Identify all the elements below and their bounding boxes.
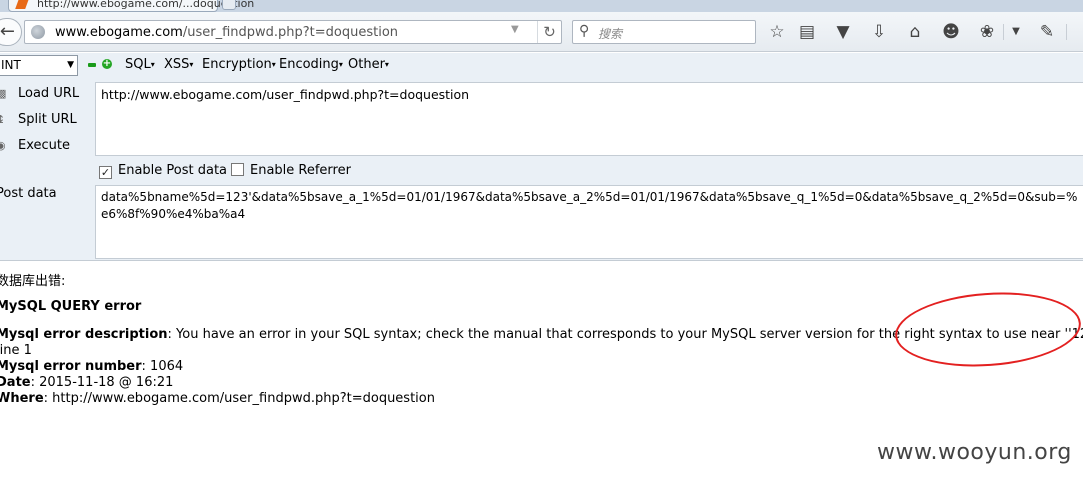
firefox-favicon-icon	[15, 0, 29, 9]
error-where-value: : http://www.ebogame.com/user_findpwd.ph…	[43, 391, 435, 406]
site-identity-icon[interactable]	[31, 25, 45, 39]
search-box[interactable]: ⚲ 搜索	[572, 20, 756, 44]
increase-icon[interactable]: +	[102, 59, 112, 69]
browser-tab[interactable]: http://www.ebogame.com/...doquestion	[8, 0, 254, 12]
enable-referrer-checkbox[interactable]: Enable Referrer	[231, 163, 351, 178]
home-icon[interactable]: ⌂	[905, 22, 925, 42]
url-host: www.ebogame.com	[55, 25, 183, 40]
enable-referrer-label: Enable Referrer	[250, 163, 351, 178]
enable-post-label: Enable Post data	[118, 163, 228, 178]
menu-other[interactable]: Other▾	[348, 57, 389, 72]
load-url-icon: ▩	[0, 87, 7, 100]
error-number-value: : 1064	[141, 359, 184, 374]
address-bar[interactable]: www.ebogame.com/user_findpwd.php?t=doque…	[24, 20, 562, 44]
post-data-label: Post data	[0, 186, 57, 201]
error-number-label: Mysql error number	[0, 359, 142, 374]
chevron-down-icon: ▾	[189, 60, 194, 69]
back-arrow-icon: ←	[0, 21, 15, 42]
execute-button[interactable]: ◉ Execute	[0, 138, 70, 153]
menu-other-label: Other	[348, 57, 385, 72]
chevron-down-icon: ▾	[150, 60, 155, 69]
error-heading: MySQL QUERY error	[0, 299, 141, 314]
chat-icon[interactable]: ☻	[941, 22, 961, 42]
error-number: Mysql error number: 1064	[0, 359, 183, 374]
notes-icon[interactable]: ✎	[1037, 22, 1057, 42]
execute-icon: ◉	[0, 139, 6, 152]
menu-xss[interactable]: XSS▾	[164, 57, 193, 72]
split-url-button[interactable]: ↨ Split URL	[0, 112, 77, 127]
tab-strip: http://www.ebogame.com/...doquestion	[0, 0, 1083, 12]
chevron-down-icon: ▾	[338, 60, 343, 69]
search-icon: ⚲	[579, 23, 590, 39]
error-date: Date: 2015-11-18 @ 16:21	[0, 375, 173, 390]
url-path: /user_findpwd.php?t=doquestion	[182, 25, 399, 40]
toolbar-separator-2	[1066, 24, 1067, 40]
search-placeholder: 搜索	[598, 27, 623, 41]
execute-label: Execute	[18, 138, 70, 153]
annotation-circle	[892, 286, 1083, 373]
watermark: www.wooyun.org	[877, 440, 1072, 465]
pocket-icon[interactable]: ▼	[833, 22, 853, 42]
decrease-icon[interactable]	[88, 63, 96, 67]
select-arrow-icon: ▼	[67, 60, 74, 70]
error-date-value: : 2015-11-18 @ 16:21	[30, 375, 174, 390]
navigation-bar: ← www.ebogame.com/user_findpwd.php?t=doq…	[0, 12, 1083, 52]
error-date-label: Date	[0, 375, 31, 390]
enable-post-checkbox[interactable]: ✓ Enable Post data	[99, 163, 227, 179]
error-description-continued: line 1	[0, 343, 32, 358]
load-url-button[interactable]: ▩ Load URL	[0, 86, 79, 101]
menu-encryption-label: Encryption	[202, 57, 272, 72]
history-dropdown-icon[interactable]: ▼	[511, 24, 519, 35]
menu-encoding[interactable]: Encoding▾	[279, 57, 343, 72]
chevron-down-icon: ▾	[384, 60, 389, 69]
back-button[interactable]: ←	[0, 18, 22, 46]
download-icon[interactable]: ⇩	[869, 22, 889, 42]
error-heading-text: MySQL QUERY error	[0, 299, 142, 314]
bug-icon[interactable]: ❀	[977, 22, 997, 42]
checkbox-unchecked-icon[interactable]	[231, 163, 244, 176]
menu-xss-label: XSS	[164, 57, 190, 72]
menu-encryption[interactable]: Encryption▾	[202, 57, 276, 72]
db-error-notice: 数据库出错:	[0, 274, 66, 289]
bookmark-star-icon[interactable]: ☆	[767, 22, 787, 42]
split-url-icon: ↨	[0, 113, 6, 126]
reading-list-icon[interactable]: ▤	[797, 22, 817, 42]
load-url-label: Load URL	[18, 86, 80, 101]
url-textarea[interactable]: http://www.ebogame.com/user_findpwd.php?…	[95, 82, 1083, 156]
post-data-textarea[interactable]: data%5bname%5d=123'&data%5bsave_a_1%5d=0…	[95, 185, 1083, 259]
menu-encoding-label: Encoding	[279, 57, 339, 72]
new-tab-button[interactable]	[222, 0, 236, 10]
menu-dropdown-icon[interactable]: ▼	[1006, 22, 1026, 42]
reload-icon[interactable]: ↻	[537, 21, 561, 43]
injection-type-value: INT	[1, 58, 21, 72]
toolbar-separator	[1003, 24, 1004, 40]
error-description-label: Mysql error description	[0, 327, 168, 342]
hackbar-toolbar: INT ▼ + SQL▾ XSS▾ Encryption▾ Encoding▾ …	[0, 53, 1083, 79]
chevron-down-icon: ▾	[271, 60, 276, 69]
address-text[interactable]: www.ebogame.com/user_findpwd.php?t=doque…	[55, 25, 398, 40]
checkbox-checked-icon[interactable]: ✓	[99, 166, 112, 179]
injection-type-select[interactable]: INT ▼	[0, 55, 78, 76]
error-where-label: Where	[0, 391, 44, 406]
error-where: Where: http://www.ebogame.com/user_findp…	[0, 391, 435, 406]
split-url-label: Split URL	[18, 112, 77, 127]
menu-sql[interactable]: SQL▾	[125, 57, 155, 72]
hackbar-panel: INT ▼ + SQL▾ XSS▾ Encryption▾ Encoding▾ …	[0, 53, 1083, 261]
menu-sql-label: SQL	[125, 57, 151, 72]
